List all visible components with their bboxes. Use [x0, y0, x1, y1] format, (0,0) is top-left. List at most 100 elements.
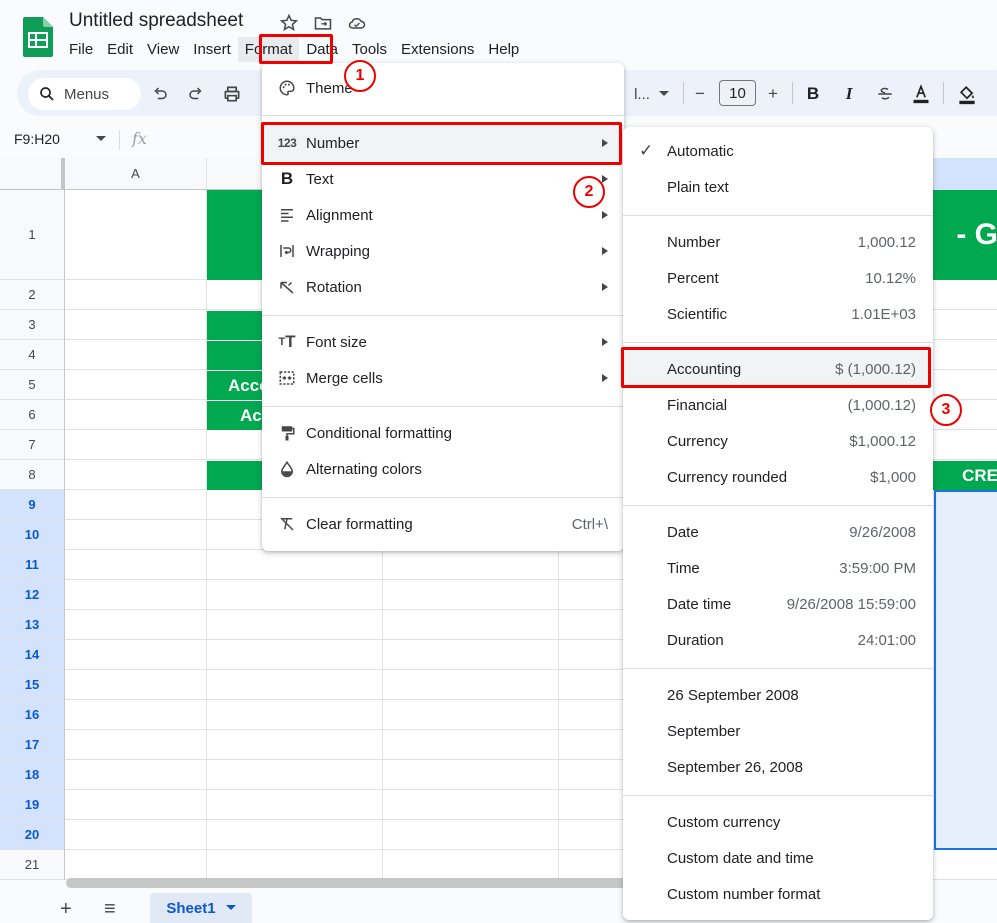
format-menu-item-alignment[interactable]: Alignment	[262, 197, 624, 233]
row-header[interactable]: 8	[0, 460, 65, 490]
number-format-financial[interactable]: Financial (1,000.12)	[623, 387, 933, 423]
move-folder-icon[interactable]	[312, 12, 334, 34]
undo-icon[interactable]	[148, 82, 172, 106]
cell-b3[interactable]	[207, 311, 267, 340]
horizontal-scrollbar[interactable]	[66, 878, 626, 888]
number-format-duration[interactable]: Duration 24:01:00	[623, 622, 933, 658]
cell-b6[interactable]: Ac	[207, 401, 267, 430]
decrease-font-size-button[interactable]: −	[688, 82, 712, 106]
name-box[interactable]: F9:H20	[14, 131, 60, 147]
redo-icon[interactable]	[184, 82, 208, 106]
number-format-number[interactable]: Number 1,000.12	[623, 224, 933, 260]
row-header[interactable]: 10	[0, 520, 65, 550]
format-menu-item-merge-cells[interactable]: Merge cells	[262, 360, 624, 396]
format-menu-label: Text	[306, 170, 334, 188]
row-header[interactable]: 16	[0, 700, 65, 730]
row-header[interactable]: 6	[0, 400, 65, 430]
menu-extensions[interactable]: Extensions	[394, 37, 481, 62]
all-sheets-icon[interactable]: ≡	[104, 898, 116, 921]
chevron-down-icon[interactable]	[225, 905, 236, 911]
document-title[interactable]: Untitled spreadsheet	[69, 10, 243, 32]
format-menu-item-wrapping[interactable]: Wrapping	[262, 233, 624, 269]
cloud-status-icon[interactable]	[346, 12, 368, 34]
column-header-selected[interactable]: I	[934, 158, 997, 190]
format-menu-item-clear-formatting[interactable]: Clear formatting Ctrl+\	[262, 506, 624, 542]
text-color-icon[interactable]	[909, 82, 933, 106]
sheets-logo[interactable]	[23, 17, 53, 57]
number-format-label: 26 September 2008	[667, 686, 799, 704]
header-cell-b1[interactable]	[207, 190, 267, 280]
format-menu-label: Alternating colors	[306, 460, 422, 478]
format-menu-item-alternating-colors[interactable]: Alternating colors	[262, 451, 624, 487]
number-format-custom-date-time[interactable]: Custom date and time	[623, 840, 933, 876]
format-menu-label: Clear formatting	[306, 515, 413, 533]
cell-h8[interactable]: CRE	[930, 461, 997, 490]
number-format-currency-rounded[interactable]: Currency rounded $1,000	[623, 459, 933, 495]
number-format-date-time[interactable]: Date time 9/26/2008 15:59:00	[623, 586, 933, 622]
column-gridline	[206, 190, 207, 880]
row-header[interactable]: 12	[0, 580, 65, 610]
number-format-scientific[interactable]: Scientific 1.01E+03	[623, 296, 933, 332]
italic-icon[interactable]: I	[837, 82, 861, 106]
select-all-corner[interactable]	[0, 158, 65, 190]
row-header[interactable]: 1	[0, 190, 65, 280]
row-header[interactable]: 21	[0, 850, 65, 880]
format-menu-item-rotation[interactable]: Rotation	[262, 269, 624, 305]
row-header[interactable]: 15	[0, 670, 65, 700]
name-box-dropdown-icon[interactable]	[96, 136, 106, 141]
format-menu-item-conditional-formatting[interactable]: Conditional formatting	[262, 415, 624, 451]
print-icon[interactable]	[220, 82, 244, 106]
font-size-input[interactable]: 10	[719, 80, 756, 106]
menu-help[interactable]: Help	[481, 37, 526, 62]
row-header[interactable]: 7	[0, 430, 65, 460]
row-header[interactable]: 4	[0, 340, 65, 370]
menu-file[interactable]: File	[62, 37, 100, 62]
cell-b8[interactable]	[207, 461, 267, 490]
number-format-automatic[interactable]: ✓ Automatic	[623, 133, 933, 169]
number-format-time[interactable]: Time 3:59:00 PM	[623, 550, 933, 586]
cell-b5[interactable]: Acco	[207, 371, 267, 400]
column-header-a[interactable]: A	[65, 158, 207, 190]
strikethrough-icon[interactable]	[873, 82, 897, 106]
menu-view[interactable]: View	[140, 37, 186, 62]
sheet-tab[interactable]: Sheet1	[150, 893, 252, 923]
row-header[interactable]: 13	[0, 610, 65, 640]
number-format-currency[interactable]: Currency $1,000.12	[623, 423, 933, 459]
cell-b4[interactable]	[207, 341, 267, 370]
search-menus-button[interactable]: Menus	[28, 78, 141, 110]
menu-insert[interactable]: Insert	[186, 37, 238, 62]
format-menu-item-theme[interactable]: Theme	[262, 70, 624, 106]
format-menu-item-font-size[interactable]: TT Font size	[262, 324, 624, 360]
increase-font-size-button[interactable]: +	[761, 82, 785, 106]
row-header[interactable]: 2	[0, 280, 65, 310]
add-sheet-icon[interactable]: +	[60, 898, 72, 921]
row-header[interactable]: 19	[0, 790, 65, 820]
row-header[interactable]: 5	[0, 370, 65, 400]
number-format-percent[interactable]: Percent 10.12%	[623, 260, 933, 296]
number-format-plain-text[interactable]: Plain text	[623, 169, 933, 205]
chevron-down-icon[interactable]	[652, 82, 676, 106]
number-format-month[interactable]: September	[623, 713, 933, 749]
star-icon[interactable]	[278, 12, 300, 34]
format-menu-item-text[interactable]: B Text	[262, 161, 624, 197]
row-header[interactable]: 20	[0, 820, 65, 850]
row-header[interactable]: 17	[0, 730, 65, 760]
selected-range[interactable]	[934, 490, 997, 850]
number-format-date[interactable]: Date 9/26/2008	[623, 514, 933, 550]
row-header[interactable]: 18	[0, 760, 65, 790]
row-header[interactable]: 3	[0, 310, 65, 340]
row-header[interactable]: 14	[0, 640, 65, 670]
row-header[interactable]: 9	[0, 490, 65, 520]
menu-edit[interactable]: Edit	[100, 37, 140, 62]
number-format-custom-number[interactable]: Custom number format	[623, 876, 933, 912]
number-format-long-date[interactable]: 26 September 2008	[623, 677, 933, 713]
number-format-label: Automatic	[667, 142, 734, 160]
bold-icon[interactable]: B	[801, 82, 825, 106]
number-format-label: Time	[667, 559, 700, 577]
row-header[interactable]: 11	[0, 550, 65, 580]
number-format-custom-currency[interactable]: Custom currency	[623, 804, 933, 840]
number-format-month-day-year[interactable]: September 26, 2008	[623, 749, 933, 785]
header-cell-h1[interactable]: - G	[930, 190, 997, 280]
fill-color-icon[interactable]	[955, 82, 979, 106]
menu-tools[interactable]: Tools	[345, 37, 394, 62]
